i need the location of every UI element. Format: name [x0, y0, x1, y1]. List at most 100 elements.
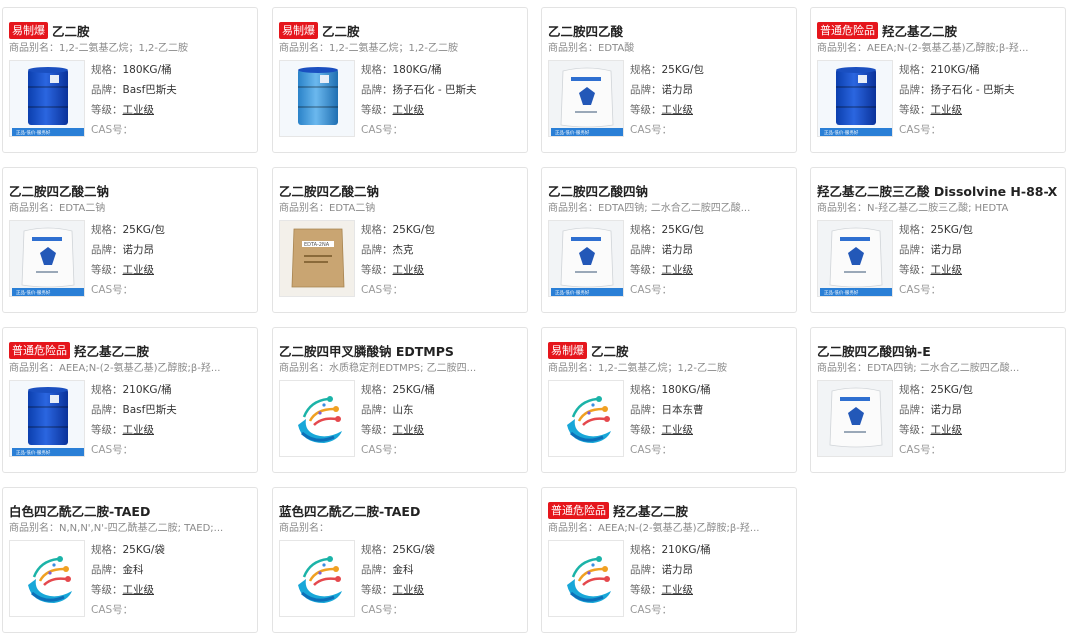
product-image[interactable]: [9, 540, 85, 617]
grade-line: 等级：工业级: [91, 424, 155, 436]
cas-line: CAS号：: [91, 604, 134, 616]
spec-line: 规格：25KG/包: [361, 224, 435, 236]
product-card[interactable]: 乙二胺四乙酸四钠-E 商品别名：EDTA四钠; 二水合乙二胺四乙酸... 规格：25…: [810, 327, 1066, 473]
product-alias: 商品别名：EDTA四钠; 二水合乙二胺四乙酸...: [817, 363, 1020, 374]
product-title[interactable]: 羟乙基乙二胺: [74, 341, 149, 359]
product-image[interactable]: [548, 540, 624, 617]
product-title-row: 普通危险品 羟乙基乙二胺: [9, 341, 257, 359]
product-image[interactable]: [279, 380, 355, 457]
grade-link[interactable]: 工业级: [931, 424, 963, 436]
product-card[interactable]: 乙二胺四乙酸二钠 商品别名：EDTA二钠 EDTA-2NA 规格：25KG/包 品牌：杰…: [272, 167, 528, 313]
product-title[interactable]: 乙二胺四乙酸二钠: [9, 181, 109, 199]
product-image[interactable]: [817, 380, 893, 457]
cas-line: CAS号：: [91, 124, 134, 136]
product-card[interactable]: 普通危险品 羟乙基乙二胺 商品别名：AEEA;N-(2-氨基乙基)乙醇胺;β-羟..…: [2, 327, 258, 473]
product-title[interactable]: 羟乙基乙二胺: [882, 21, 957, 39]
grade-link[interactable]: 工业级: [662, 264, 694, 276]
spec-line: 规格：25KG/桶: [361, 384, 435, 396]
product-card[interactable]: 乙二胺四乙酸四钠 商品别名：EDTA四钠; 二水合乙二胺四乙酸... 正品·低价·服…: [541, 167, 797, 313]
grade-link[interactable]: 工业级: [393, 264, 425, 276]
product-image[interactable]: 正品·低价·服务好: [9, 380, 85, 457]
grade-link[interactable]: 工业级: [662, 424, 694, 436]
product-title-row: 易制爆 乙二胺: [548, 341, 796, 359]
product-title[interactable]: 蓝色四乙酰乙二胺-TAED: [279, 501, 420, 519]
grade-link[interactable]: 工业级: [393, 584, 425, 596]
grade-link[interactable]: 工业级: [123, 424, 155, 436]
grade-link[interactable]: 工业级: [393, 424, 425, 436]
product-title-row: 白色四乙酰乙二胺-TAED: [9, 501, 257, 519]
cas-line: CAS号：: [630, 604, 673, 616]
grade-link[interactable]: 工业级: [123, 104, 155, 116]
hazard-badge: 易制爆: [279, 21, 318, 39]
product-card[interactable]: 易制爆 乙二胺 商品别名：1,2-二氨基乙烷；1,2-乙二胺 正品·低价·服务好 规格：…: [2, 7, 258, 153]
spec-line: 规格：25KG/袋: [361, 544, 435, 556]
hazard-badge: 普通危险品: [9, 341, 70, 359]
product-card[interactable]: 白色四乙酰乙二胺-TAED 商品别名：N,N,N',N'-四乙酰基乙二胺; TAE…: [2, 487, 258, 633]
product-title[interactable]: 羟乙基乙二胺三乙酸 Dissolvine H-88-X: [817, 181, 1057, 199]
grade-link[interactable]: 工业级: [662, 104, 694, 116]
grade-link[interactable]: 工业级: [662, 584, 694, 596]
product-title[interactable]: 白色四乙酰乙二胺-TAED: [9, 501, 150, 519]
brand-line: 品牌：诺力昂: [630, 244, 693, 256]
brand-line: 品牌：诺力昂: [899, 404, 962, 416]
product-title[interactable]: 乙二胺四乙酸二钠: [279, 181, 379, 199]
grade-line: 等级：工业级: [361, 424, 425, 436]
product-title[interactable]: 乙二胺: [322, 21, 360, 39]
product-title[interactable]: 乙二胺四乙酸四钠-E: [817, 341, 931, 359]
grade-link[interactable]: 工业级: [931, 104, 963, 116]
product-title-row: 蓝色四乙酰乙二胺-TAED: [279, 501, 527, 519]
product-card[interactable]: 乙二胺四乙酸 商品别名：EDTA酸 正品·低价·服务好 规格：25KG/包 品牌：诺力昂…: [541, 7, 797, 153]
product-title[interactable]: 乙二胺四乙酸四钠: [548, 181, 648, 199]
spec-line: 规格：25KG/袋: [91, 544, 165, 556]
product-image[interactable]: 正品·低价·服务好: [817, 60, 893, 137]
product-image[interactable]: 正品·低价·服务好: [9, 220, 85, 297]
product-card[interactable]: 易制爆 乙二胺 商品别名：1,2-二氨基乙烷；1,2-乙二胺 规格：180KG/桶 品牌…: [272, 7, 528, 153]
grade-link[interactable]: 工业级: [931, 264, 963, 276]
product-card[interactable]: 普通危险品 羟乙基乙二胺 商品别名：AEEA;N-(2-氨基乙基)乙醇胺;β-羟..…: [810, 7, 1066, 153]
svg-text:正品·低价·服务好: 正品·低价·服务好: [16, 449, 51, 456]
product-image[interactable]: 正品·低价·服务好: [9, 60, 85, 137]
svg-text:正品·低价·服务好: 正品·低价·服务好: [555, 129, 590, 136]
cas-line: CAS号：: [361, 284, 404, 296]
product-image[interactable]: [279, 540, 355, 617]
product-alias: 商品别名：1,2-二氨基乙烷；1,2-乙二胺: [548, 363, 728, 374]
product-card[interactable]: 普通危险品 羟乙基乙二胺 商品别名：AEEA;N-(2-氨基乙基)乙醇胺;β-羟..…: [541, 487, 797, 633]
product-title-row: 乙二胺四乙酸二钠: [9, 181, 257, 199]
product-image[interactable]: [548, 380, 624, 457]
brand-line: 品牌：Basf巴斯夫: [91, 84, 177, 96]
product-image[interactable]: 正品·低价·服务好: [548, 220, 624, 297]
product-card[interactable]: 羟乙基乙二胺三乙酸 Dissolvine H-88-X 商品别名：N-羟乙基乙二胺…: [810, 167, 1066, 313]
brand-line: 品牌：扬子石化 - 巴斯夫: [361, 84, 477, 96]
hazard-badge: 普通危险品: [548, 501, 609, 519]
cas-line: CAS号：: [899, 124, 942, 136]
grade-link[interactable]: 工业级: [393, 104, 425, 116]
product-title[interactable]: 乙二胺: [591, 341, 629, 359]
spec-line: 规格：25KG/包: [91, 224, 165, 236]
product-title[interactable]: 羟乙基乙二胺: [613, 501, 688, 519]
product-card[interactable]: 乙二胺四甲叉膦酸钠 EDTMPS 商品别名：水质稳定剂EDTMPS; 乙二胺四..…: [272, 327, 528, 473]
product-title[interactable]: 乙二胺四甲叉膦酸钠 EDTMPS: [279, 341, 454, 359]
brand-line: 品牌：Basf巴斯夫: [91, 404, 177, 416]
brand-line: 品牌：扬子石化 - 巴斯夫: [899, 84, 1015, 96]
product-title-row: 普通危险品 羟乙基乙二胺: [548, 501, 796, 519]
product-image[interactable]: 正品·低价·服务好: [548, 60, 624, 137]
spec-line: 规格：210KG/桶: [91, 384, 172, 396]
brand-line: 品牌：日本东曹: [630, 404, 704, 416]
product-title[interactable]: 乙二胺四乙酸: [548, 21, 623, 39]
spec-line: 规格：25KG/包: [630, 224, 704, 236]
grade-link[interactable]: 工业级: [123, 264, 155, 276]
product-image[interactable]: 正品·低价·服务好: [817, 220, 893, 297]
svg-text:正品·低价·服务好: 正品·低价·服务好: [824, 129, 859, 136]
product-image[interactable]: EDTA-2NA: [279, 220, 355, 297]
product-card[interactable]: 乙二胺四乙酸二钠 商品别名：EDTA二钠 正品·低价·服务好 规格：25KG/包 品牌：…: [2, 167, 258, 313]
product-card[interactable]: 易制爆 乙二胺 商品别名：1,2-二氨基乙烷；1,2-乙二胺 规格：180KG/桶 品牌…: [541, 327, 797, 473]
cas-line: CAS号：: [361, 444, 404, 456]
svg-text:正品·低价·服务好: 正品·低价·服务好: [824, 289, 859, 296]
grade-link[interactable]: 工业级: [123, 584, 155, 596]
product-image[interactable]: [279, 60, 355, 137]
product-card[interactable]: 蓝色四乙酰乙二胺-TAED 商品别名： 规格：25KG/袋 品牌：金科 等级：工业级 CA…: [272, 487, 528, 633]
spec-line: 规格：180KG/桶: [361, 64, 442, 76]
grade-line: 等级：工业级: [91, 264, 155, 276]
product-title[interactable]: 乙二胺: [52, 21, 90, 39]
brand-line: 品牌：诺力昂: [630, 564, 693, 576]
